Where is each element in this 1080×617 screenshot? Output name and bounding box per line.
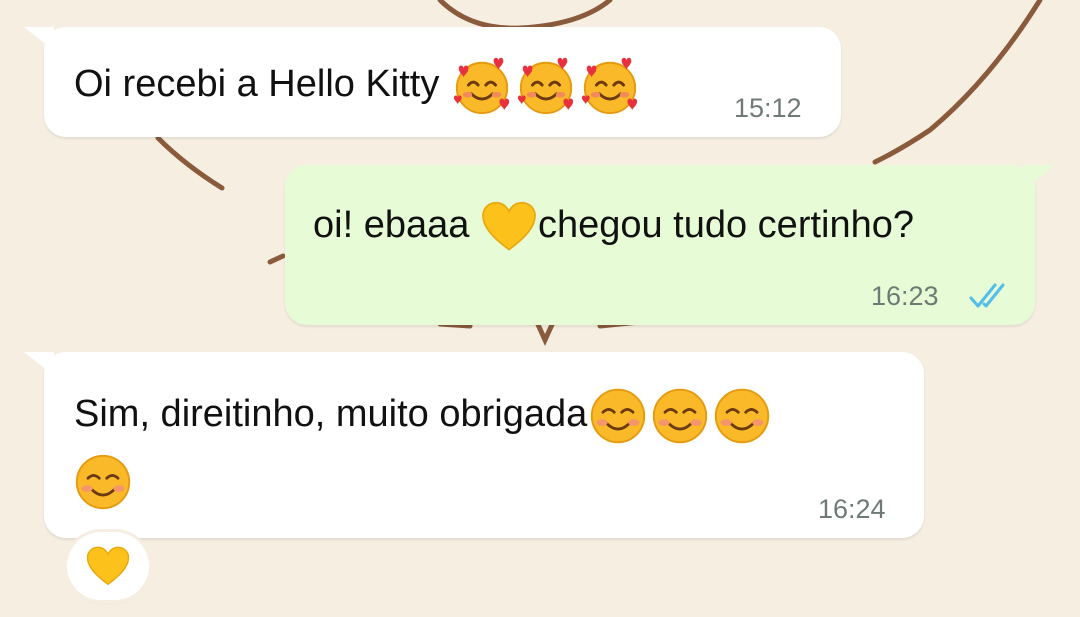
message-timestamp: 16:23 [871,281,939,311]
message-bubble-outgoing[interactable]: oi! ebaaa chegou tudo certinho? 16:23 [285,165,1055,325]
message-text: Oi recebi a Hello Kitty [74,55,642,117]
message-bubble-incoming[interactable]: Oi recebi a Hello Kitty 15:12 [24,27,841,137]
yellow-heart-icon [481,201,537,253]
message-reaction[interactable] [67,532,149,600]
message-bubble-incoming[interactable]: Sim, direitinho, muito obrigada 16:24 [24,352,924,538]
bubble-tail [24,352,54,376]
yellow-heart-icon [86,546,130,587]
message-text: Sim, direitinho, muito obrigada [74,386,773,446]
smiling-face-with-hearts-icon [515,55,577,117]
message-timestamp: 15:12 [734,93,802,123]
smiling-face-with-hearts-icon [579,55,641,117]
bubble-tail [24,27,54,51]
double-check-read-icon [969,283,1005,308]
smiling-face-with-smiling-eyes-icon [712,386,772,446]
message-text-continuation [72,452,134,512]
smiling-face-with-smiling-eyes-icon [588,386,648,446]
message-text: oi! ebaaa chegou tudo certinho? [313,201,914,253]
smiling-face-with-hearts-icon [451,55,513,117]
message-timestamp: 16:24 [818,494,886,524]
smiling-face-with-smiling-eyes-icon [650,386,710,446]
bubble-tail [1025,165,1055,189]
smiling-face-with-smiling-eyes-icon [73,452,133,512]
